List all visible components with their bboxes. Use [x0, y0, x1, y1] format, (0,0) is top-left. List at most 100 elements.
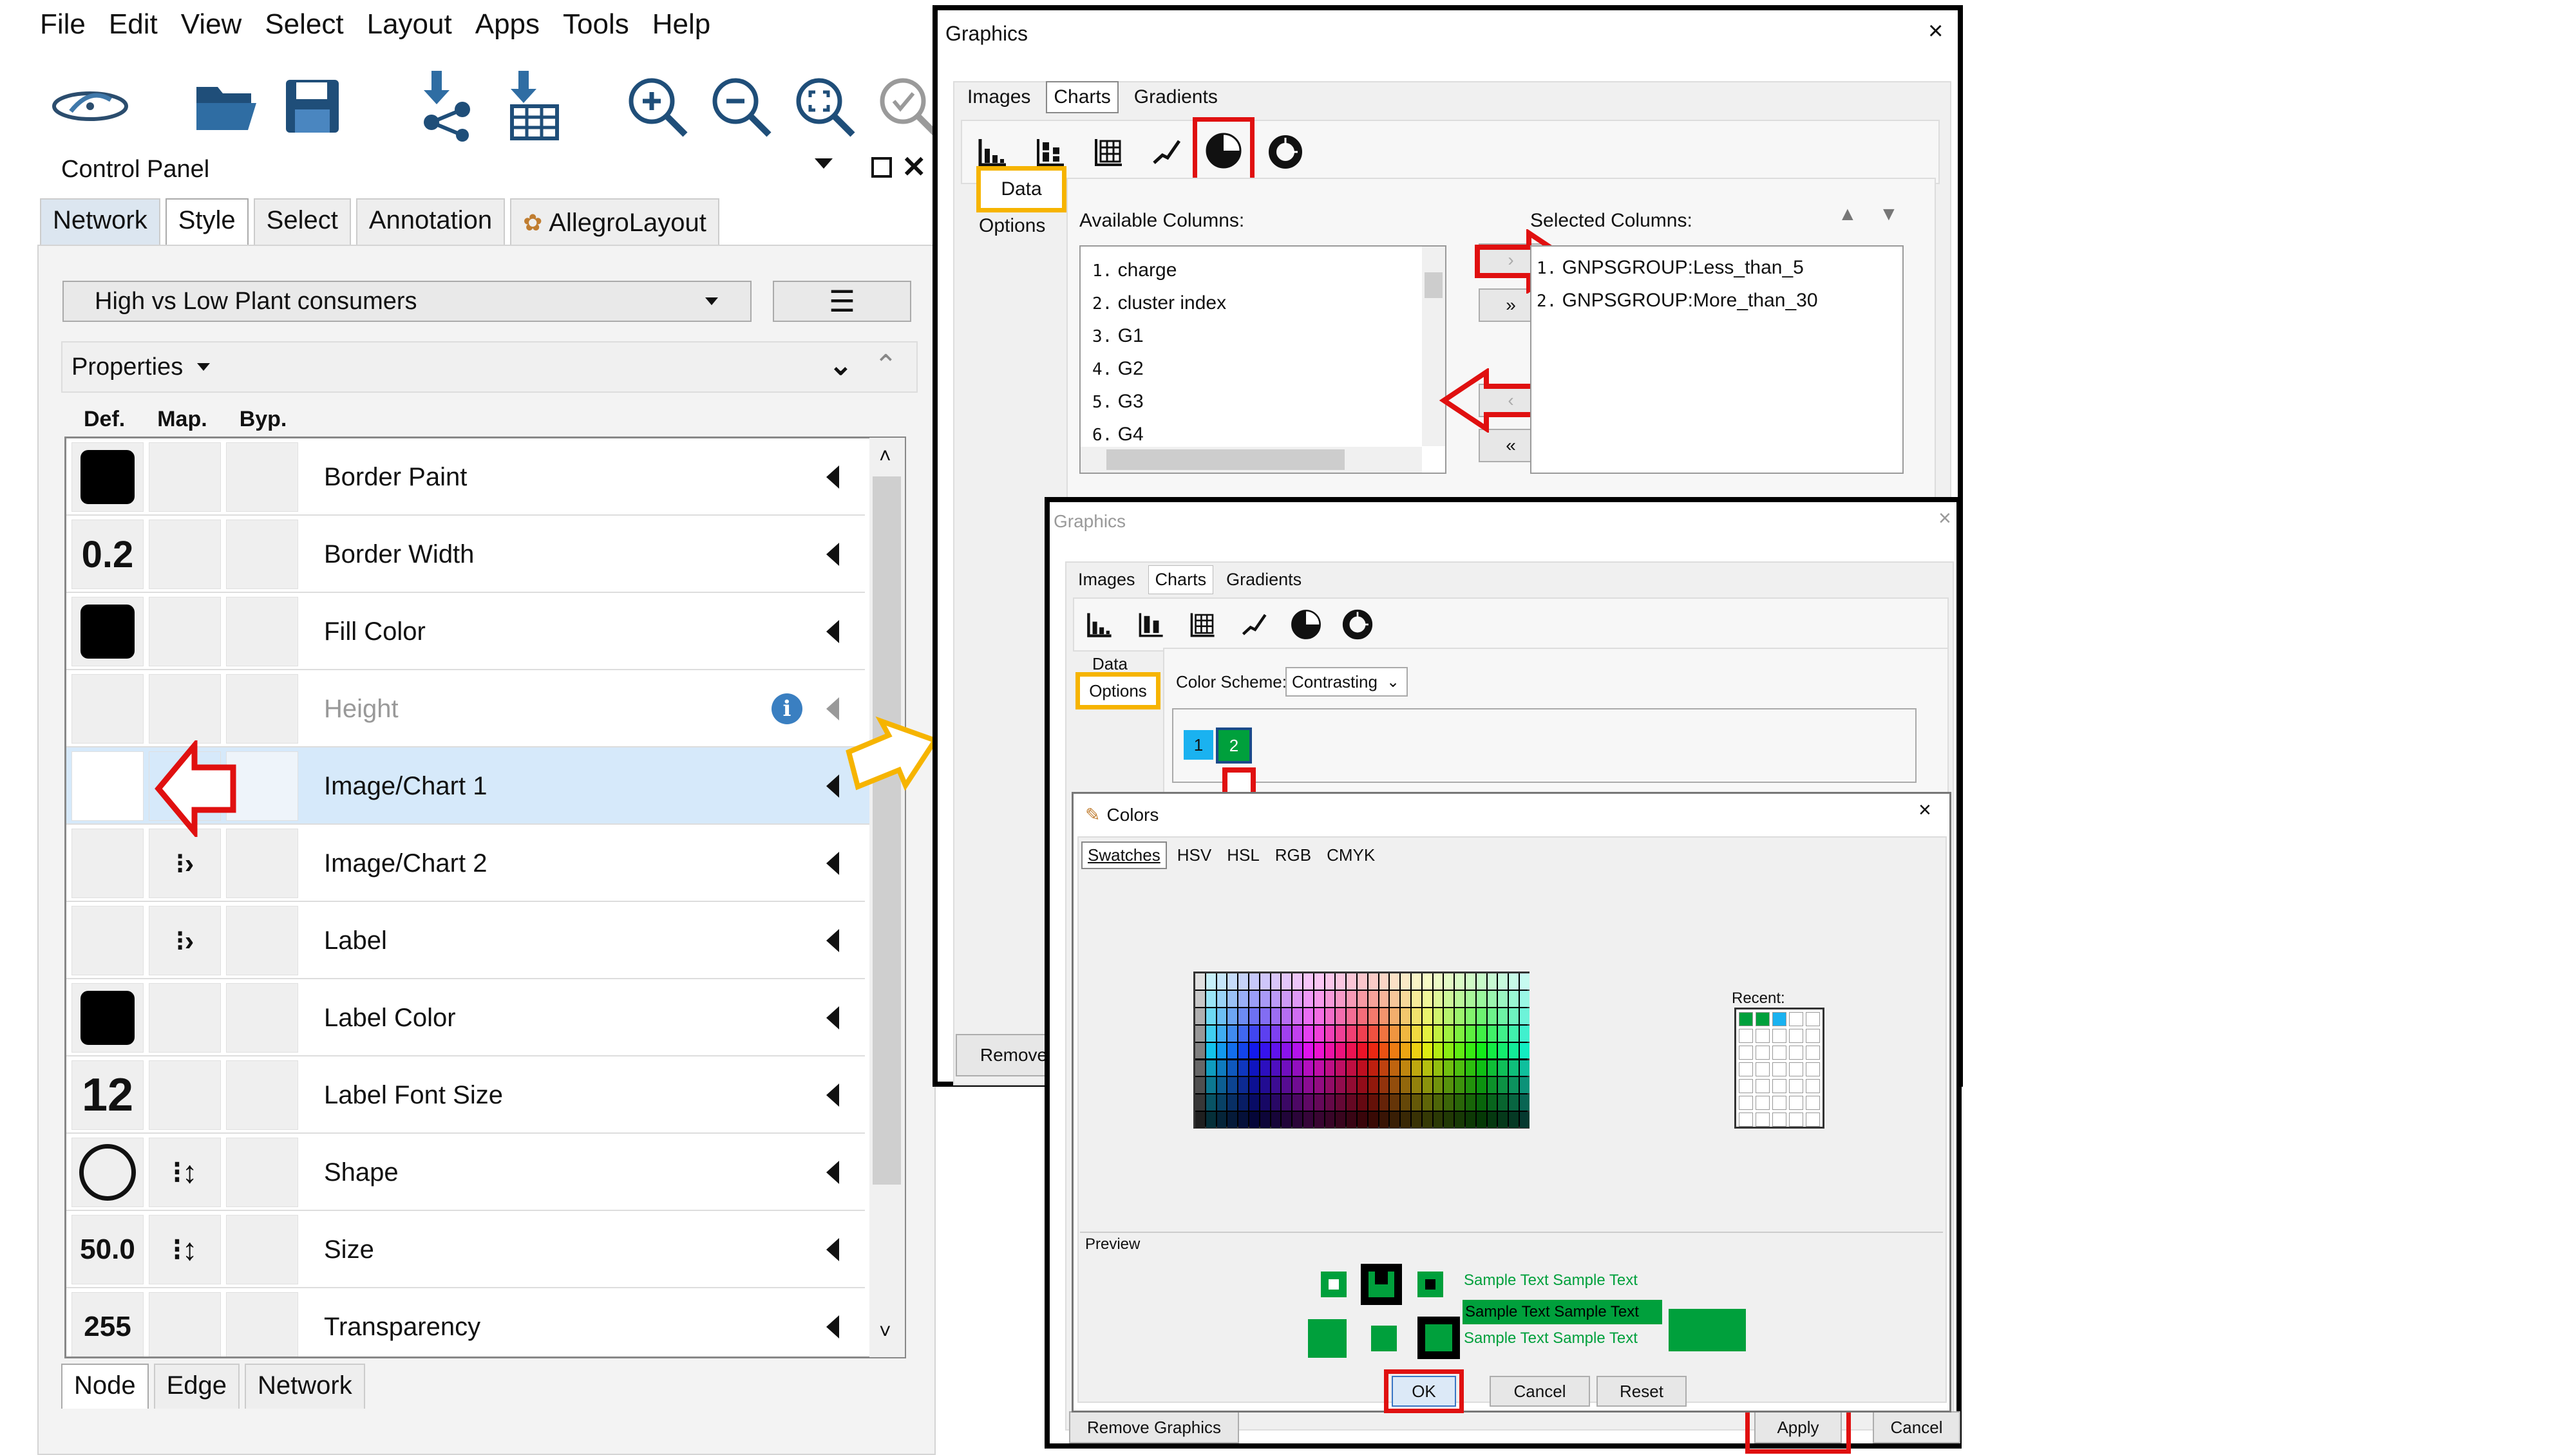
swatch-cell[interactable] — [1379, 973, 1389, 990]
recent-swatch-cell[interactable] — [1756, 1029, 1770, 1043]
swatch-cell[interactable] — [1412, 1025, 1421, 1042]
swatch-cell[interactable] — [1509, 1060, 1519, 1076]
swatch-cell[interactable] — [1368, 1077, 1378, 1094]
bypass-cell[interactable] — [226, 906, 298, 975]
swatch-cell[interactable] — [1509, 1112, 1519, 1129]
swatch-cell[interactable] — [1487, 990, 1497, 1007]
recent-swatch-cell[interactable] — [1756, 1046, 1770, 1060]
tab-charts[interactable]: Charts — [1046, 81, 1119, 113]
swatch-cell[interactable] — [1476, 1042, 1486, 1059]
swatch-cell[interactable] — [1336, 973, 1346, 990]
close-icon[interactable]: × — [1928, 17, 1943, 46]
bypass-cell[interactable] — [226, 983, 298, 1053]
swatch-cell[interactable] — [1433, 1077, 1443, 1094]
swatch-cell[interactable] — [1325, 1042, 1335, 1059]
swatch-cell[interactable] — [1325, 1094, 1335, 1111]
mapping-cell[interactable] — [149, 597, 221, 666]
close-panel-icon[interactable]: ✕ — [902, 149, 927, 184]
swatch-cell[interactable] — [1520, 1077, 1530, 1094]
swatch-cell[interactable] — [1271, 973, 1281, 990]
bypass-cell[interactable] — [226, 520, 298, 589]
swatch-cell[interactable] — [1195, 990, 1205, 1007]
side-tab-options[interactable]: Options — [1075, 672, 1160, 709]
recent-swatch-cell[interactable] — [1756, 1062, 1770, 1076]
menu-apps[interactable]: Apps — [475, 8, 540, 41]
swatch-cell[interactable] — [1422, 1042, 1432, 1059]
swatch-cell[interactable] — [1271, 1094, 1281, 1111]
tab-rgb[interactable]: RGB — [1270, 843, 1316, 868]
swatch-cell[interactable] — [1314, 1008, 1324, 1024]
swatch-cell[interactable] — [1379, 1077, 1389, 1094]
scroll-down-icon[interactable]: ˅ — [879, 1320, 891, 1344]
swatch-cell[interactable] — [1260, 1025, 1270, 1042]
swatch-cell[interactable] — [1509, 1008, 1519, 1024]
menu-edit[interactable]: Edit — [109, 8, 158, 41]
swatch-cell[interactable] — [1195, 1025, 1205, 1042]
menu-help[interactable]: Help — [652, 8, 711, 41]
swatch-cell[interactable] — [1336, 1077, 1346, 1094]
swatch-cell[interactable] — [1433, 973, 1443, 990]
default-value-cell[interactable] — [71, 983, 144, 1053]
tab-gradients[interactable]: Gradients — [1220, 566, 1308, 594]
list-item[interactable]: 1. GNPSGROUP:Less_than_5 — [1537, 252, 1818, 285]
swatch-cell[interactable] — [1422, 1077, 1432, 1094]
heat-strip-chart-icon[interactable] — [1177, 599, 1229, 650]
swatch-cell[interactable] — [1444, 973, 1454, 990]
swatch-cell[interactable] — [1336, 1008, 1346, 1024]
recent-swatch-cell[interactable] — [1789, 1029, 1803, 1043]
color-swatch-1[interactable]: 1 — [1184, 730, 1213, 760]
swatch-cell[interactable] — [1401, 1060, 1410, 1076]
swatch-cell[interactable] — [1271, 1060, 1281, 1076]
import-network-icon[interactable] — [406, 68, 483, 145]
swatch-cell[interactable] — [1412, 1008, 1421, 1024]
swatch-cell[interactable] — [1347, 1025, 1356, 1042]
swatch-cell[interactable] — [1412, 1042, 1421, 1059]
swatch-cell[interactable] — [1379, 990, 1389, 1007]
swatch-cell[interactable] — [1509, 1042, 1519, 1059]
pie-chart-icon[interactable] — [1280, 599, 1332, 650]
swatch-cell[interactable] — [1358, 1112, 1367, 1129]
ring-chart-icon[interactable] — [1332, 599, 1383, 650]
reset-button[interactable]: Reset — [1596, 1376, 1687, 1407]
swatch-cell[interactable] — [1358, 1025, 1367, 1042]
style-options-menu-button[interactable]: ☰ — [773, 281, 911, 322]
mapping-cell[interactable] — [149, 1060, 221, 1130]
swatch-cell[interactable] — [1249, 1112, 1259, 1129]
swatch-cell[interactable] — [1206, 1112, 1216, 1129]
swatch-cell[interactable] — [1303, 1094, 1313, 1111]
recent-swatch-cell[interactable] — [1806, 1079, 1820, 1093]
close-icon[interactable]: × — [1918, 798, 1931, 823]
swatch-cell[interactable] — [1476, 1094, 1486, 1111]
swatch-cell[interactable] — [1509, 1094, 1519, 1111]
recent-swatch-cell[interactable] — [1789, 1079, 1803, 1093]
side-tab-data[interactable]: Data — [976, 166, 1066, 212]
swatch-cell[interactable] — [1368, 1008, 1378, 1024]
recent-swatch-cell[interactable] — [1739, 1079, 1753, 1093]
property-row[interactable]: ⁝↕ Shape — [66, 1134, 865, 1211]
recent-swatch-cell[interactable] — [1772, 1029, 1786, 1043]
default-value-cell[interactable]: 0.2 — [71, 520, 144, 589]
swatch-cell[interactable] — [1195, 1060, 1205, 1076]
swatch-cell[interactable] — [1509, 1025, 1519, 1042]
list-item[interactable]: 4. G2 — [1092, 353, 1226, 386]
recent-swatch-cell[interactable] — [1756, 1096, 1770, 1110]
swatch-cell[interactable] — [1347, 1112, 1356, 1129]
swatch-cell[interactable] — [1358, 1042, 1367, 1059]
default-value-cell[interactable] — [71, 442, 144, 512]
mapping-cell[interactable] — [149, 674, 221, 744]
recent-swatch-cell[interactable] — [1739, 1029, 1753, 1043]
tab-cmyk[interactable]: CMYK — [1321, 843, 1380, 868]
swatch-cell[interactable] — [1195, 1094, 1205, 1111]
swatch-cell[interactable] — [1422, 1112, 1432, 1129]
zoom-out-icon[interactable] — [702, 68, 779, 145]
swatch-cell[interactable] — [1217, 990, 1227, 1007]
expand-arrow-icon[interactable] — [826, 465, 839, 489]
swatch-cell[interactable] — [1487, 1008, 1497, 1024]
swatch-cell[interactable] — [1358, 973, 1367, 990]
swatch-cell[interactable] — [1390, 1042, 1400, 1059]
swatch-cell[interactable] — [1336, 1112, 1346, 1129]
swatch-cell[interactable] — [1498, 1112, 1508, 1129]
default-value-cell[interactable] — [71, 597, 144, 666]
swatch-cell[interactable] — [1238, 990, 1248, 1007]
swatch-cell[interactable] — [1498, 1060, 1508, 1076]
